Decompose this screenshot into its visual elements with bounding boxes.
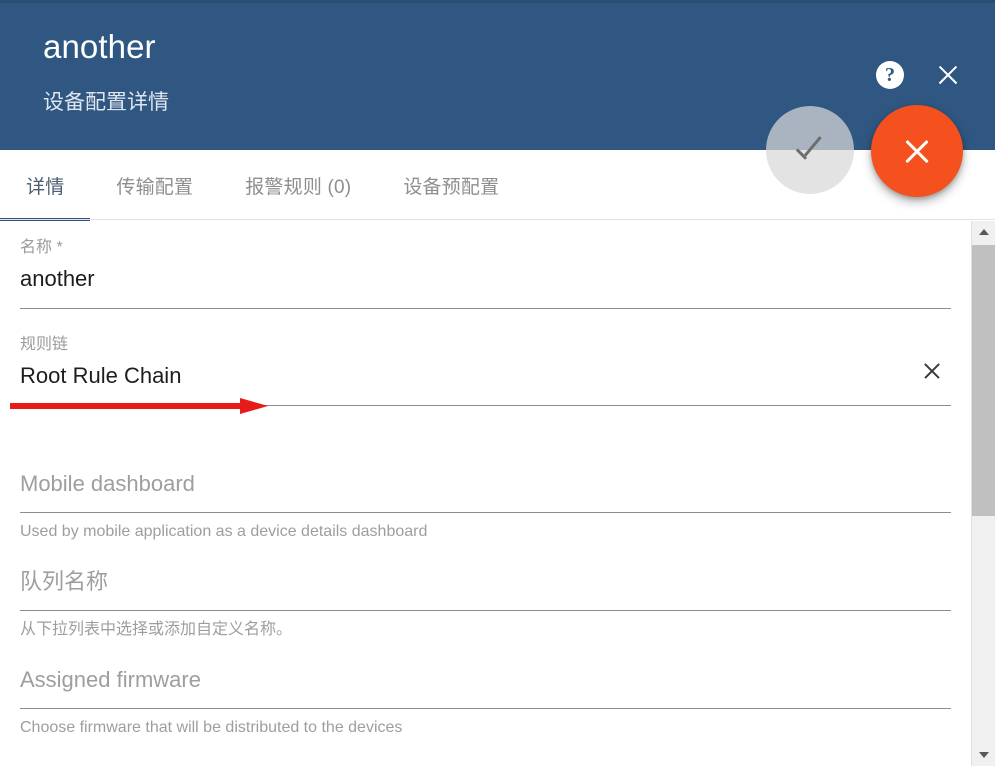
field-queue-name-input[interactable]: 队列名称 xyxy=(20,566,951,598)
field-rule-chain: 规则链 Root Rule Chain xyxy=(20,334,951,406)
close-dialog-button[interactable] xyxy=(933,60,963,90)
field-mobile-dashboard-input[interactable]: Mobile dashboard xyxy=(20,468,951,500)
field-mobile-dashboard-hint: Used by mobile application as a device d… xyxy=(20,523,428,540)
field-queue-name-underline xyxy=(20,610,951,611)
field-assigned-firmware-hint: Choose firmware that will be distributed… xyxy=(20,719,403,736)
page-subtitle: 设备配置详情 xyxy=(43,91,169,114)
field-assigned-firmware-input[interactable]: Assigned firmware xyxy=(20,664,951,696)
field-rule-chain-underline xyxy=(20,405,951,406)
details-form: 名称 * another 规则链 Root Rule Chain Mobile … xyxy=(0,221,971,766)
scrollbar-up-button[interactable] xyxy=(972,221,995,243)
chevron-down-icon xyxy=(978,752,989,758)
check-icon xyxy=(792,132,828,168)
vertical-scrollbar[interactable] xyxy=(971,221,995,766)
header-actions: ? xyxy=(875,60,963,90)
clear-icon[interactable] xyxy=(921,360,943,382)
chevron-up-icon xyxy=(978,229,989,235)
field-assigned-firmware-underline xyxy=(20,708,951,709)
tab-alarm-rules[interactable]: 报警规则 (0) xyxy=(219,150,377,221)
scrollbar-thumb[interactable] xyxy=(972,245,995,516)
field-rule-chain-input[interactable]: Root Rule Chain xyxy=(20,360,951,392)
tab-transport-config[interactable]: 传输配置 xyxy=(90,150,219,221)
scrollbar-down-button[interactable] xyxy=(972,744,995,766)
cancel-fab-button[interactable] xyxy=(871,105,963,197)
tab-device-provisioning[interactable]: 设备预配置 xyxy=(377,150,525,221)
close-icon xyxy=(900,134,934,168)
help-icon: ? xyxy=(876,61,904,89)
tab-details[interactable]: 详情 xyxy=(0,150,91,221)
field-mobile-dashboard: Mobile dashboard Used by mobile applicat… xyxy=(20,468,951,544)
page-title: another xyxy=(43,28,156,65)
save-fab-button[interactable] xyxy=(766,106,854,194)
help-button[interactable]: ? xyxy=(875,60,905,90)
field-queue-name: 队列名称 从下拉列表中选择或添加自定义名称。 xyxy=(20,566,951,642)
tab-bar-divider xyxy=(0,219,995,220)
field-name-label: 名称 * xyxy=(20,239,63,256)
field-rule-chain-label: 规则链 xyxy=(20,336,69,353)
field-name-input[interactable]: another xyxy=(20,263,951,295)
field-name: 名称 * another xyxy=(20,237,951,309)
field-assigned-firmware: Assigned firmware Choose firmware that w… xyxy=(20,664,951,740)
field-mobile-dashboard-underline xyxy=(20,512,951,513)
device-profile-dialog: another 设备配置详情 ? 详情 传输配置 报警规则 (0) 设备预配置 … xyxy=(0,0,995,766)
close-icon xyxy=(934,61,962,89)
field-name-underline xyxy=(20,308,951,309)
header-top-strip xyxy=(0,0,995,3)
field-queue-name-hint: 从下拉列表中选择或添加自定义名称。 xyxy=(20,621,293,638)
